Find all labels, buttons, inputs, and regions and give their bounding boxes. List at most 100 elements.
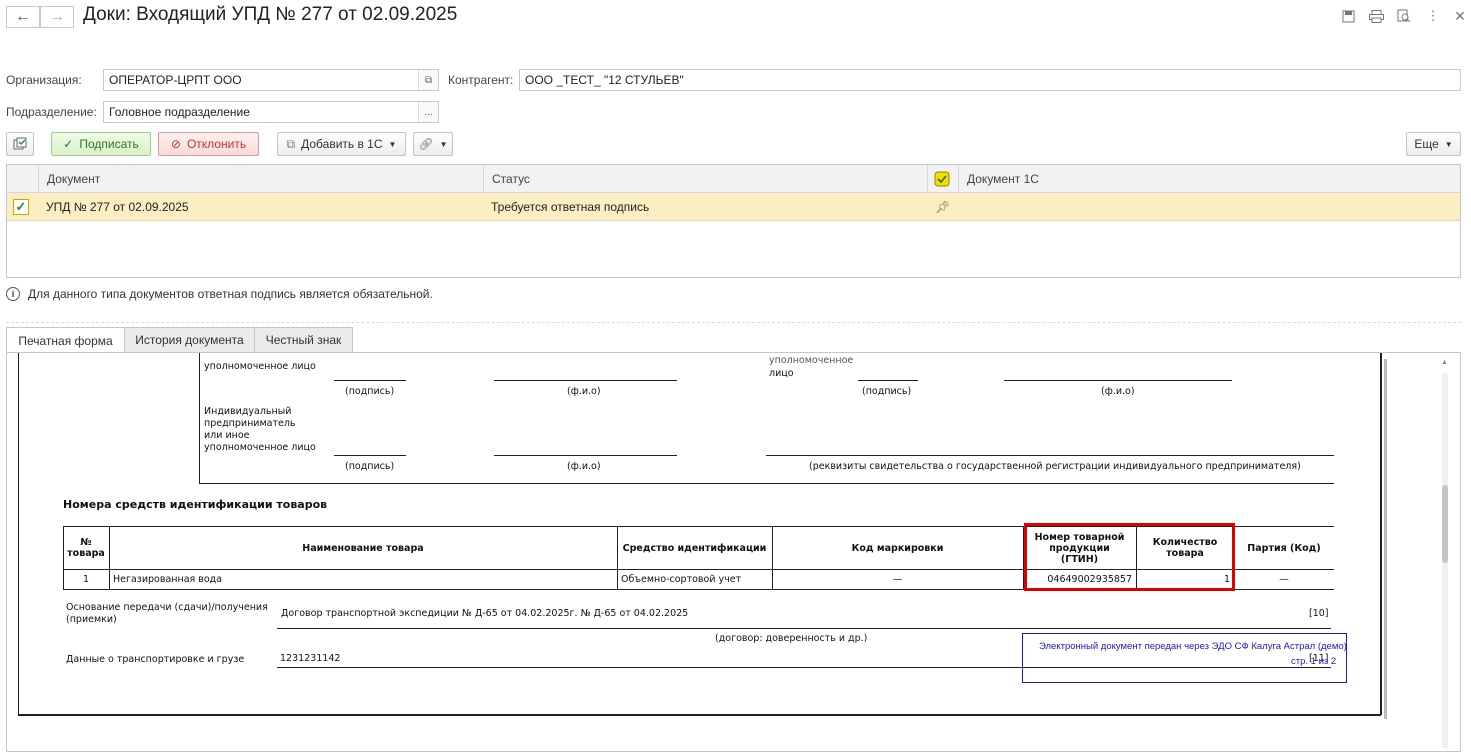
window-title: Доки: Входящий УПД № 277 от 02.09.2025 bbox=[83, 4, 458, 25]
ref-10: [10] bbox=[1309, 608, 1329, 619]
close-icon[interactable]: ✕ bbox=[1451, 8, 1469, 24]
tab-print-form[interactable]: Печатная форма bbox=[6, 327, 125, 354]
row-name: Негазированная вода bbox=[113, 574, 223, 585]
row-batch: — bbox=[1279, 574, 1289, 585]
forbidden-icon: ⊘ bbox=[170, 137, 181, 151]
ie-label-2: предприниматель bbox=[204, 418, 296, 429]
row-doc1c[interactable] bbox=[958, 193, 1460, 221]
organization-value: ОПЕРАТОР-ЦРПТ ООО bbox=[109, 73, 242, 87]
print-icon[interactable] bbox=[1367, 8, 1385, 24]
transfer-basis-label-1: Основание передачи (сдачи)/получения bbox=[66, 602, 268, 613]
doc-right-border bbox=[1380, 353, 1382, 715]
scroll-thumb[interactable] bbox=[1442, 485, 1448, 563]
checkbox-checked[interactable]: ✓ bbox=[13, 198, 29, 215]
checkmark-icon: ✓ bbox=[63, 137, 74, 151]
chevron-down-icon: ▼ bbox=[388, 139, 397, 149]
requisites-line bbox=[766, 455, 1334, 456]
fio-line bbox=[494, 380, 677, 381]
edo-stamp-line2: стр. 1 из 2 bbox=[1291, 656, 1337, 667]
sig-line bbox=[858, 380, 918, 381]
vertical-scrollbar[interactable]: ▲ bbox=[1440, 357, 1450, 751]
column-header-doc1c[interactable]: Документ 1С bbox=[958, 165, 1460, 193]
row-checkbox-cell[interactable]: ✓ bbox=[7, 193, 38, 221]
row-status[interactable]: Требуется ответная подпись bbox=[483, 193, 927, 221]
doc-left-border bbox=[18, 353, 19, 715]
save-icon[interactable] bbox=[1339, 8, 1357, 24]
col-id-means-header: Средство идентификации bbox=[622, 542, 767, 554]
signature-caption: (подпись) bbox=[862, 386, 912, 397]
more-button[interactable]: Еще ▼ bbox=[1406, 132, 1461, 156]
header-check-column bbox=[7, 165, 38, 193]
fio-line bbox=[1004, 380, 1232, 381]
fio-caption: (ф.и.о) bbox=[567, 386, 601, 397]
sig-line bbox=[334, 455, 406, 456]
more-label: Еще bbox=[1414, 137, 1439, 151]
chevron-down-icon: ▼ bbox=[439, 139, 448, 149]
sig-block-left bbox=[199, 353, 200, 484]
ie-label-4: уполномоченное лицо bbox=[204, 442, 316, 453]
org-label: Организация: bbox=[6, 73, 82, 87]
print-form-viewer[interactable]: уполномоченное лицо уполномоченное лицо … bbox=[6, 352, 1461, 752]
back-button[interactable]: ← bbox=[6, 6, 40, 28]
pin-icon: 📌︎ bbox=[935, 199, 951, 214]
scroll-up-icon[interactable]: ▲ bbox=[1441, 359, 1448, 366]
column-header-match[interactable] bbox=[927, 165, 958, 193]
more-vertical-icon[interactable]: ⋮ bbox=[1424, 8, 1442, 24]
fio-caption: (ф.и.о) bbox=[567, 461, 601, 472]
forward-button[interactable]: → bbox=[40, 6, 74, 28]
division-field[interactable]: Головное подразделение ... bbox=[103, 101, 439, 123]
section-title: Номера средств идентификации товаров bbox=[63, 498, 328, 511]
column-header-document[interactable]: Документ bbox=[38, 165, 483, 193]
transfer-basis-line bbox=[277, 628, 1331, 629]
sign-label: Подписать bbox=[79, 137, 139, 151]
open-icon[interactable]: ⧉ bbox=[418, 70, 438, 90]
fio-line bbox=[494, 455, 677, 456]
copy-icon: ⧉ bbox=[286, 136, 296, 151]
checklist-icon bbox=[13, 137, 27, 150]
transfer-basis-value: Договор транспортной экспедиции № Д-65 о… bbox=[281, 608, 689, 619]
edo-stamp-line1: Электронный документ передан через ЭДО С… bbox=[1039, 641, 1347, 652]
ie-requisites-caption: (реквизиты свидетельства о государственн… bbox=[809, 461, 1301, 472]
row-document[interactable]: УПД № 277 от 02.09.2025 bbox=[38, 193, 483, 221]
arrow-right-icon: → bbox=[49, 8, 65, 25]
highlight-box bbox=[1024, 523, 1235, 591]
organization-field[interactable]: ОПЕРАТОР-ЦРПТ ООО ⧉ bbox=[103, 69, 439, 91]
documents-table[interactable]: Документ Статус Документ 1С ✓ УПД № 277 … bbox=[6, 164, 1461, 278]
info-icon: i bbox=[6, 287, 20, 301]
tab-history[interactable]: История документа bbox=[124, 327, 255, 353]
divider bbox=[6, 322, 1461, 323]
chevron-down-icon: ▼ bbox=[1444, 139, 1453, 149]
link-button[interactable]: 🔗︎ ▼ bbox=[413, 132, 453, 156]
reject-label: Отклонить bbox=[186, 137, 247, 151]
select-button[interactable]: ... bbox=[418, 102, 438, 122]
signature-caption: (подпись) bbox=[345, 461, 395, 472]
transfer-basis-label-2: (приемки) bbox=[66, 614, 117, 625]
link-icon: 🔗︎ bbox=[418, 137, 434, 151]
doc-bottom-border bbox=[18, 714, 1381, 716]
contract-caption: (договор: доверенность и др.) bbox=[715, 633, 868, 644]
reject-button[interactable]: ⊘ Отклонить bbox=[158, 132, 259, 156]
contractor-field[interactable]: ООО _ТЕСТ_ "12 СТУЛЬЕВ" bbox=[519, 69, 1461, 91]
transport-value: 1231231142 bbox=[280, 653, 341, 664]
match-icon bbox=[934, 171, 950, 186]
sign-button[interactable]: ✓ Подписать bbox=[51, 132, 151, 156]
select-all-button[interactable] bbox=[6, 132, 34, 156]
auth-person-right-label-1: уполномоченное bbox=[769, 355, 854, 366]
doc-shadow bbox=[1384, 359, 1387, 719]
col-name-header: Наименование товара bbox=[302, 542, 424, 554]
col-num-header: № товара bbox=[67, 537, 105, 559]
column-header-status[interactable]: Статус bbox=[483, 165, 927, 193]
edo-stamp: Электронный документ передан через ЭДО С… bbox=[1022, 633, 1347, 683]
row-match-cell[interactable]: 📌︎ bbox=[927, 193, 958, 221]
arrow-left-icon: ← bbox=[15, 8, 31, 25]
contractor-label: Контрагент: bbox=[448, 73, 514, 87]
add-to-1c-button[interactable]: ⧉ Добавить в 1С ▼ bbox=[277, 132, 406, 156]
ie-label-3: или иное bbox=[204, 430, 250, 441]
fio-caption: (ф.и.о) bbox=[1101, 386, 1135, 397]
col-batch-header: Партия (Код) bbox=[1247, 542, 1321, 554]
preview-icon[interactable] bbox=[1395, 8, 1413, 24]
auth-person-label: уполномоченное лицо bbox=[204, 361, 316, 372]
tab-honest-sign[interactable]: Честный знак bbox=[254, 327, 353, 353]
signature-caption: (подпись) bbox=[345, 386, 395, 397]
info-message: i Для данного типа документов ответная п… bbox=[6, 287, 433, 301]
